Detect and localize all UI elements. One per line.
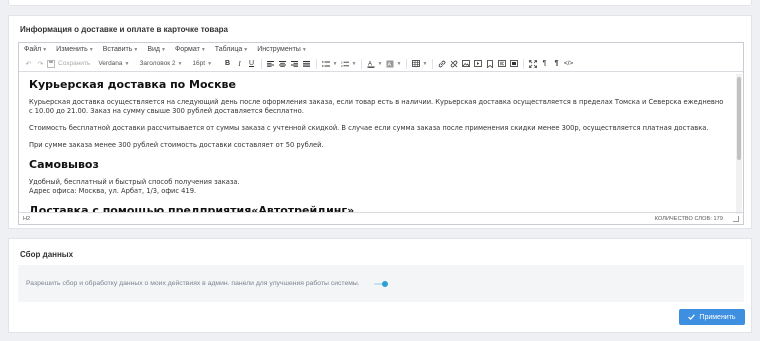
consent-label: Разрешить сбор и обработку данных о моих… [26,280,360,287]
paragraph-mark-icon[interactable]: ¶ [539,58,550,70]
paragraph: Удобный, бесплатный и быстрый способ пол… [29,178,240,186]
chevron-down-icon: ▼ [177,61,183,67]
link-icon[interactable] [436,58,447,70]
toggle-knob [382,281,388,287]
bullet-list-icon[interactable] [320,58,331,70]
chevron-down-icon: ▼ [301,47,307,53]
consent-toggle[interactable] [374,281,388,287]
redo-icon[interactable]: ↷ [35,58,46,70]
scrollbar-thumb[interactable] [737,77,741,160]
menu-table[interactable]: Таблица▼ [215,46,248,53]
menu-edit[interactable]: Изменить▼ [56,46,94,53]
media-icon[interactable] [472,58,483,70]
delivery-info-panel: Информация о доставке и оплате в карточк… [8,15,752,229]
section-title: Сбор данных [20,250,74,259]
heading-moscow: Курьерская доставка по Москве [29,78,236,91]
check-icon [688,314,696,320]
data-collection-panel: Сбор данных Разрешить сбор и обработку д… [8,238,752,333]
underline-icon[interactable]: U [246,58,257,70]
menu-file[interactable]: Файл▼ [24,46,47,53]
resize-handle-icon[interactable] [733,215,739,222]
previous-panel [8,0,752,6]
apply-label: Применить [699,313,736,321]
code-sample-icon[interactable] [496,58,507,70]
menu-insert[interactable]: Вставить▼ [103,46,139,53]
source-code-icon[interactable]: </> [563,58,574,70]
chevron-down-icon: ▼ [243,47,249,53]
font-family-select[interactable]: Verdana ▼ [98,60,129,67]
paragraph: Курьерская доставка осуществляется на сл… [29,98,724,115]
table-icon[interactable] [410,58,421,70]
rich-text-editor[interactable]: Файл▼ Изменить▼ Вставить▼ Вид▼ Формат▼ Т… [18,42,744,225]
element-path[interactable]: H2 [23,216,655,222]
paragraph: Адрес офиса: Москва, ул. Арбат, 1/3, офи… [29,187,197,195]
editor-toolbar: ↶ ↷ Сохранить Verdana ▼ Заголовок 2 ▼ 16pt… [19,56,743,72]
undo-icon[interactable]: ↶ [23,58,34,70]
save-icon [47,59,55,68]
align-right-icon[interactable] [289,58,300,70]
svg-text:2: 2 [341,64,343,67]
bold-icon[interactable]: B [222,58,233,70]
chevron-down-icon[interactable]: ▼ [351,58,357,70]
background-color-icon[interactable]: A [384,58,395,70]
editor-content[interactable]: Курьерская доставка по Москве Курьерская… [19,73,735,213]
align-left-icon[interactable] [265,58,276,70]
section-title: Информация о доставке и оплате в карточк… [20,25,228,34]
chevron-down-icon[interactable]: ▼ [422,58,428,70]
chevron-down-icon: ▼ [207,61,213,67]
show-blocks-icon[interactable]: ¶ [551,58,562,70]
italic-icon[interactable]: I [234,58,245,70]
menu-tools[interactable]: Инструменты▼ [257,46,307,53]
chevron-down-icon[interactable]: ▼ [332,58,338,70]
bookmark-icon[interactable] [484,58,495,70]
menu-view[interactable]: Вид▼ [147,46,166,53]
font-size-select[interactable]: 16pt ▼ [192,60,212,67]
editor-statusbar: H2 КОЛИЧЕСТВО СЛОВ: 179 [19,212,743,224]
image-icon[interactable] [460,58,471,70]
template-icon[interactable] [508,58,519,70]
chevron-down-icon: ▼ [124,61,130,67]
chevron-down-icon: ▼ [161,47,166,53]
editor-scrollbar[interactable] [736,74,742,214]
fullscreen-icon[interactable] [527,58,538,70]
chevron-down-icon[interactable]: ▼ [377,58,383,70]
heading-pickup: Самовывоз [29,158,99,171]
chevron-down-icon: ▼ [200,47,206,53]
paragraph: Стоимость бесплатной доставки рассчитыва… [29,124,709,132]
save-button[interactable]: Сохранить [47,59,90,68]
chevron-down-icon: ▼ [133,47,139,53]
consent-row: Разрешить сбор и обработку данных о моих… [18,265,744,302]
chevron-down-icon: ▼ [42,47,48,53]
word-count: КОЛИЧЕСТВО СЛОВ: 179 [654,215,723,222]
svg-text:A: A [387,62,391,68]
align-justify-icon[interactable] [301,58,312,70]
apply-button[interactable]: Применить [679,309,745,325]
paragraph: При сумме заказа менее 300 рублей стоимо… [29,141,324,149]
align-center-icon[interactable] [277,58,288,70]
unlink-icon[interactable] [448,58,459,70]
text-color-icon[interactable]: A [365,58,376,70]
chevron-down-icon: ▼ [88,47,94,53]
chevron-down-icon[interactable]: ▼ [396,58,402,70]
numbered-list-icon[interactable]: 12 [339,58,350,70]
menu-format[interactable]: Формат▼ [175,46,206,53]
block-format-select[interactable]: Заголовок 2 ▼ [139,60,182,67]
editor-menubar: Файл▼ Изменить▼ Вставить▼ Вид▼ Формат▼ Т… [19,43,743,56]
